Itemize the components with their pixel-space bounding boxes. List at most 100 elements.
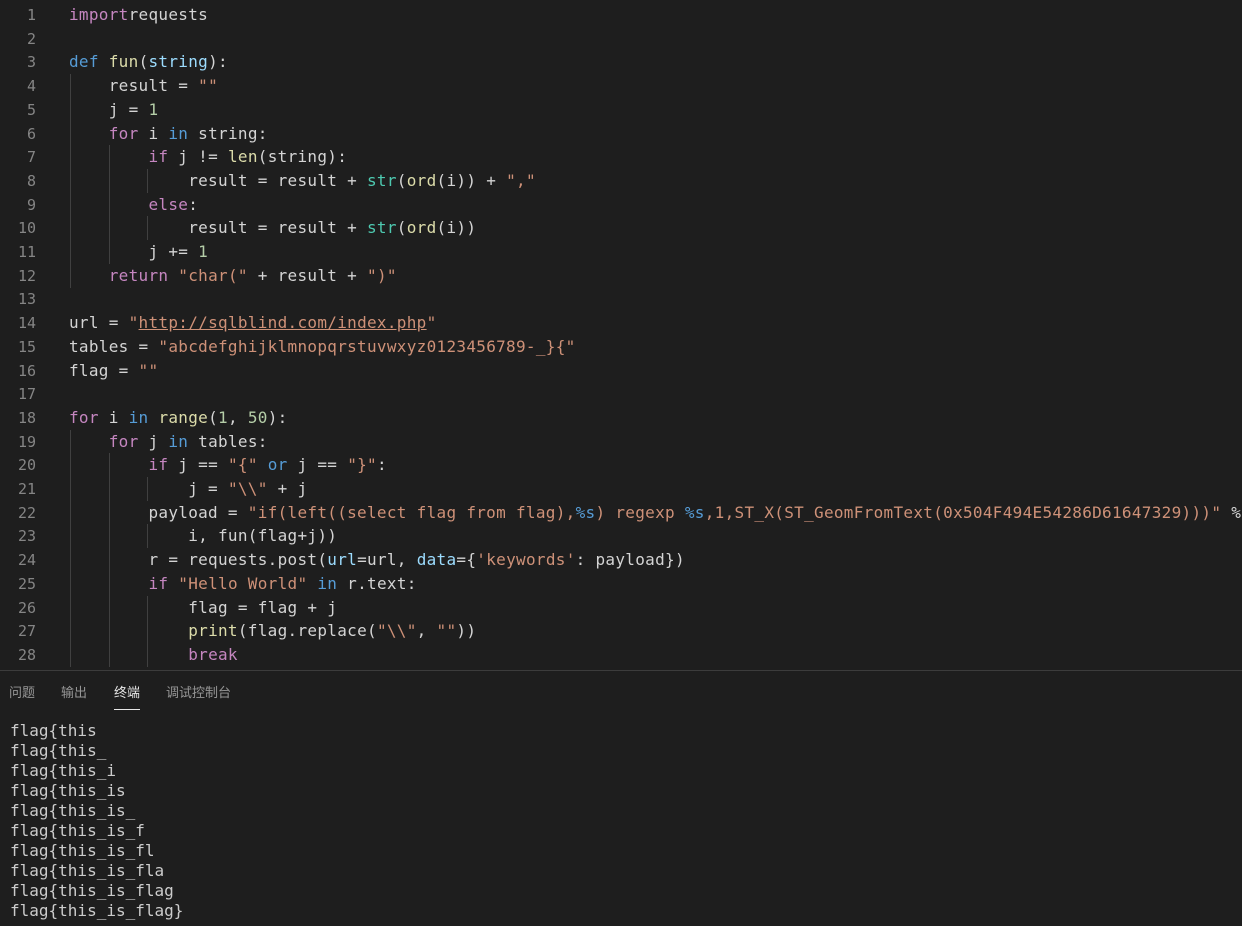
code-token: "{" <box>227 455 258 475</box>
code-line: 3 def fun(string): <box>0 50 1242 74</box>
code-line: 19 for j in tables: <box>0 429 1242 454</box>
code-token: "char(" <box>178 265 248 285</box>
indent-guide <box>147 477 149 501</box>
terminal-line: flag{this_is_ <box>10 801 136 820</box>
indent-guide <box>70 548 71 573</box>
terminal-line: flag{this_ <box>10 741 107 760</box>
code-token: (flag.replace( <box>237 621 377 641</box>
code-token: in <box>168 431 189 451</box>
code-token: string <box>148 52 209 72</box>
code-token: " <box>128 313 139 333</box>
code-token: http://sqlblind.com/index.php <box>138 313 427 333</box>
line-number: 9 <box>26 195 36 214</box>
code-line: 10 result = result + str(ord(i)) <box>0 216 1242 241</box>
code-token: " <box>426 313 437 333</box>
line-number: 18 <box>17 408 36 427</box>
code-token: else <box>148 194 189 214</box>
code-line: 17 <box>0 382 1242 406</box>
code-token: + j <box>267 479 308 498</box>
terminal-line: flag{this_is_fla <box>10 861 165 880</box>
code-token: (i)) <box>436 218 477 238</box>
line-number: 22 <box>17 503 36 522</box>
indent-guide <box>108 524 110 549</box>
code-line: 11 j += 1 <box>0 240 1242 264</box>
indent-guide <box>108 500 110 525</box>
code-line: 5 j = 1 <box>0 97 1242 122</box>
indent-guide <box>70 74 71 99</box>
code-token: "\\" <box>376 621 417 641</box>
code-line: 8 result = result + str(ord(i)) + "," <box>0 168 1242 193</box>
indent-guide <box>108 571 110 596</box>
line-number: 26 <box>17 598 36 617</box>
code-token: j <box>138 431 169 451</box>
line-number: 3 <box>26 53 36 72</box>
code-token: if <box>148 455 169 475</box>
indent-guide <box>70 595 71 620</box>
terminal-line: flag{this_is <box>10 781 126 800</box>
code-token: j = <box>69 479 228 498</box>
indent-guide <box>70 500 71 525</box>
code-token: r.text: <box>337 573 417 593</box>
code-token: j == <box>168 455 228 475</box>
code-token: 1 <box>148 99 159 119</box>
code-token: break <box>188 644 238 664</box>
tab-terminal[interactable]: 终端 <box>114 685 141 710</box>
tab-problems[interactable]: 问题 <box>9 685 35 709</box>
indent-guide <box>70 429 71 454</box>
code-token: ( <box>396 218 407 238</box>
code-text: result = "" <box>69 74 218 98</box>
code-token: in <box>317 573 338 593</box>
indent-guide <box>108 477 110 501</box>
code-line: 2 <box>0 27 1242 51</box>
indent-guide <box>70 168 71 193</box>
code-text: def fun(string): <box>69 50 228 74</box>
code-token: ( <box>138 52 149 72</box>
code-token: return <box>108 265 169 285</box>
line-number: 8 <box>26 171 36 190</box>
code-token: url = <box>69 313 129 333</box>
bottom-panel: 问题 输出 终端 调试控制台 flag{this flag{this_ flag{t… <box>0 670 1242 926</box>
code-token: import <box>69 5 129 24</box>
tab-debug-console[interactable]: 调试控制台 <box>166 685 231 709</box>
code-text: r = requests.post(url=url, data={'keywor… <box>69 548 685 572</box>
code-token: j == <box>287 455 348 475</box>
indent-guide <box>70 453 71 478</box>
code-token: : <box>377 455 387 475</box>
indent-guide <box>108 145 110 170</box>
code-line: 6 for i in string: <box>0 121 1242 146</box>
indent-guide <box>70 145 71 170</box>
code-line: 18 for i in range(1, 50): <box>0 406 1242 430</box>
indent-guide <box>108 453 110 478</box>
indent-guide <box>70 240 71 264</box>
indent-guide <box>147 619 149 644</box>
code-text: result = result + str(ord(i)) + "," <box>69 169 536 193</box>
code-token: for <box>108 431 139 451</box>
code-token: requests <box>128 5 209 24</box>
indent-guide <box>108 192 110 217</box>
code-line: 13 <box>0 287 1242 311</box>
code-token: for <box>69 407 99 427</box>
code-token: j != <box>168 147 228 167</box>
tab-output[interactable]: 输出 <box>61 685 87 709</box>
line-number: 14 <box>17 314 36 333</box>
indent-guide <box>70 642 71 667</box>
code-token: ): <box>208 52 228 72</box>
indent-guide <box>147 524 149 549</box>
indent-guide <box>108 595 110 620</box>
code-token: ): <box>267 407 288 427</box>
code-token: "abcdefghijklmnopqrstuvwxyz0123456789-_}… <box>158 336 576 356</box>
line-number: 17 <box>17 385 36 404</box>
terminal-output[interactable]: flag{this flag{this_ flag{this_i flag{this_… <box>10 721 1230 921</box>
indent-guide <box>147 595 149 620</box>
indent-guide <box>70 121 71 146</box>
code-token: ord <box>406 170 437 190</box>
code-text: for j in tables: <box>69 430 268 454</box>
code-editor[interactable]: 1 importrequests 2 3 def fun(string): 4 resul… <box>0 0 1242 670</box>
code-text: print(flag.replace("\\", "")) <box>69 619 476 643</box>
code-token: i <box>138 123 169 143</box>
